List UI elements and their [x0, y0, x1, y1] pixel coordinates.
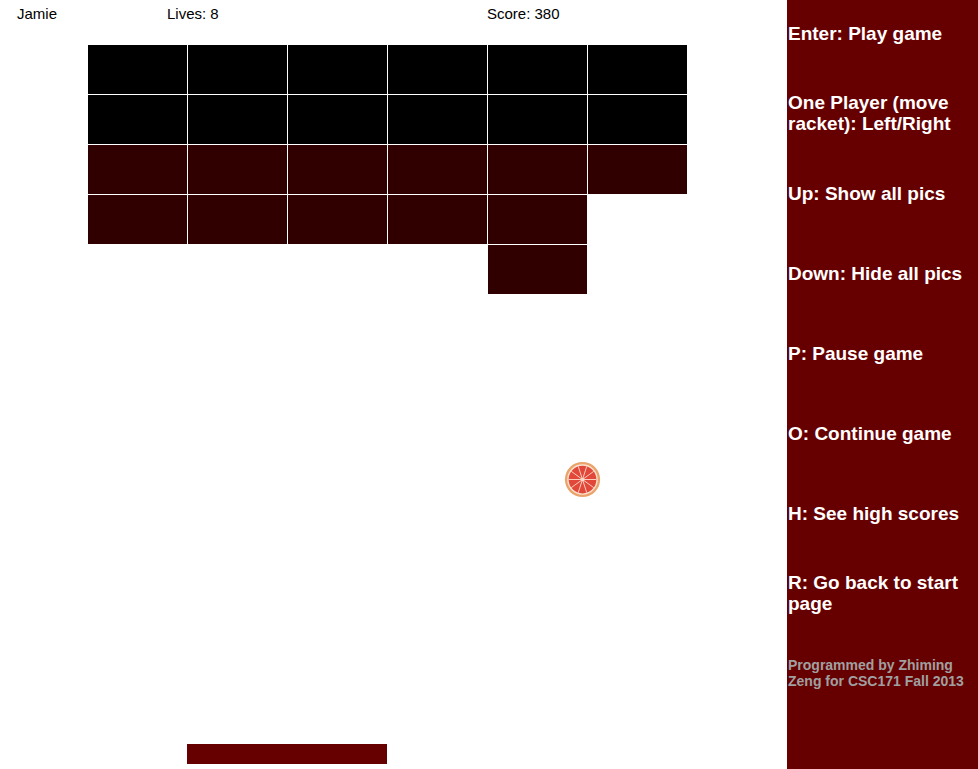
brick-wall: [88, 45, 688, 295]
racket[interactable]: [187, 744, 387, 764]
score-counter: Score: 380: [487, 5, 787, 22]
brick: [488, 245, 588, 295]
brick: [88, 45, 188, 95]
empty-brick-slot: [588, 245, 688, 295]
brick: [288, 195, 388, 245]
brick: [288, 95, 388, 145]
empty-brick-slot: [88, 245, 188, 295]
brick: [88, 195, 188, 245]
status-bar: JamieLives: 8Score: 380: [0, 0, 787, 26]
help-item: Enter: Play game: [788, 0, 976, 73]
credit: Programmed by Zhiming Zeng for CSC171 Fa…: [788, 633, 976, 713]
ball-icon: [564, 461, 601, 498]
brick: [188, 45, 288, 95]
brick: [388, 95, 488, 145]
empty-brick-slot: [188, 245, 288, 295]
brick: [88, 145, 188, 195]
player-name: Jamie: [17, 5, 167, 22]
brick: [388, 145, 488, 195]
help-item: P: Pause game: [788, 313, 976, 393]
brick: [288, 45, 388, 95]
brick: [588, 95, 688, 145]
brick: [488, 45, 588, 95]
brick: [88, 95, 188, 145]
brick: [388, 195, 488, 245]
empty-brick-slot: [388, 245, 488, 295]
brick: [288, 145, 388, 195]
brick: [188, 145, 288, 195]
help-item: Down: Hide all pics: [788, 233, 976, 313]
game-board: JamieLives: 8Score: 380: [0, 0, 787, 769]
brick: [188, 95, 288, 145]
help-list: Enter: Play gameOne Player (move racket)…: [788, 0, 976, 713]
game-window: JamieLives: 8Score: 380Enter: Play gameO…: [0, 0, 978, 769]
help-item: R: Go back to start page: [788, 553, 976, 633]
brick: [488, 95, 588, 145]
brick: [488, 145, 588, 195]
help-item: One Player (move racket): Left/Right: [788, 73, 976, 153]
help-item: Up: Show all pics: [788, 153, 976, 233]
brick: [488, 195, 588, 245]
lives-counter: Lives: 8: [167, 5, 487, 22]
help-item: O: Continue game: [788, 393, 976, 473]
empty-brick-slot: [588, 195, 688, 245]
empty-brick-slot: [288, 245, 388, 295]
brick: [388, 45, 488, 95]
brick: [588, 45, 688, 95]
help-panel: Enter: Play gameOne Player (move racket)…: [787, 0, 978, 769]
brick: [588, 145, 688, 195]
brick: [188, 195, 288, 245]
help-item: H: See high scores: [788, 473, 976, 553]
